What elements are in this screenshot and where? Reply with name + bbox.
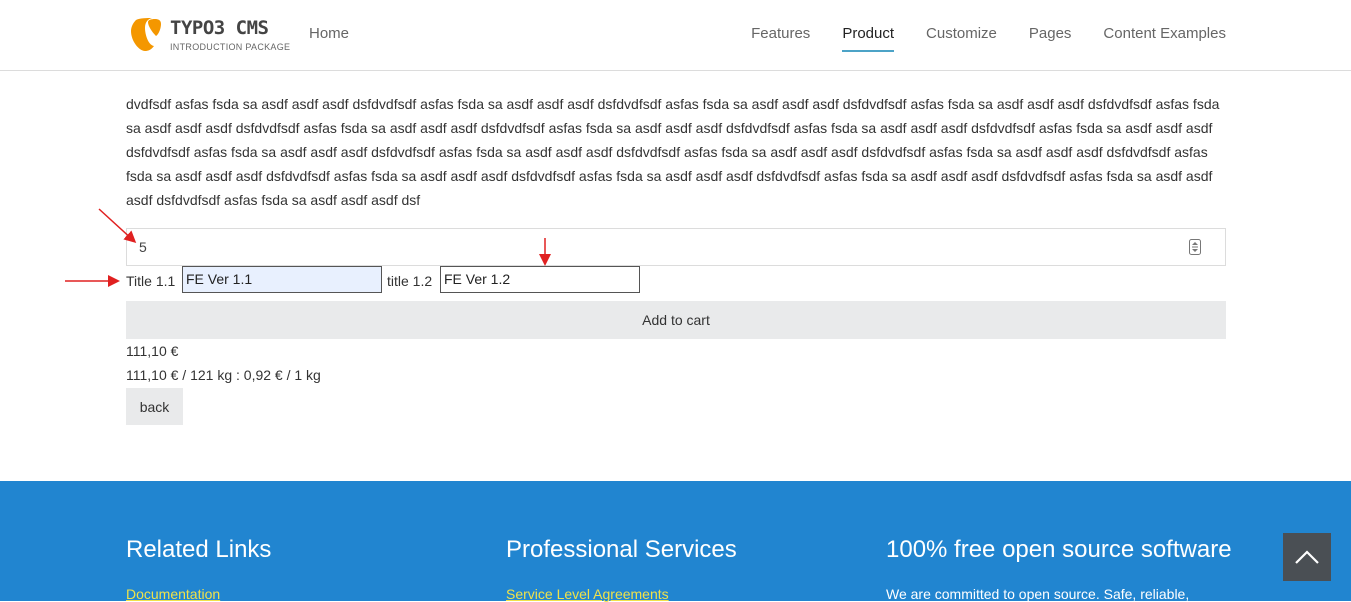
title-2-input[interactable]: FE Ver 1.2 [440,266,640,293]
footer-col-professional-services: Professional Services [506,536,737,564]
typo3-logo-icon [131,18,161,51]
footer-col-related-links: Related Links [126,536,271,564]
quantity-value: 5 [139,239,147,255]
footer-link-documentation[interactable]: Documentation [126,586,220,602]
footer-heading-related-links: Related Links [126,536,272,563]
nav-item-pages[interactable]: Pages [1029,25,1072,42]
back-button[interactable]: back [126,388,183,425]
logo-title: TYPO3 CMS [170,17,269,39]
typo3-logo[interactable]: TYPO3 CMS INTRODUCTION PACKAGE [126,16,290,54]
title-1-label: Title 1.1 [126,273,176,289]
footer-heading-open-source: 100% free open source software [886,536,1232,563]
number-stepper-icon[interactable] [1189,239,1201,255]
product-price: 111,10 € [126,343,179,359]
logo-subtitle: INTRODUCTION PACKAGE [170,42,291,52]
nav-item-customize[interactable]: Customize [926,25,997,42]
product-content: dvdfsdf asfas fsda sa asdf asdf asdf dsf… [126,92,1226,212]
product-description: dvdfsdf asfas fsda sa asdf asdf asdf dsf… [126,96,1220,208]
nav-item-home[interactable]: Home [309,25,349,42]
footer-link-sla[interactable]: Service Level Agreements [506,586,669,602]
title-1-input[interactable]: FE Ver 1.1 [182,266,382,293]
product-unit-price: 111,10 € / 121 kg : 0,92 € / 1 kg [126,367,321,383]
footer-col-open-source: 100% free open source software [886,536,1232,564]
main-nav: Features Product Customize Pages Content… [751,25,1226,52]
site-footer: Related Links Documentation Professional… [0,481,1351,602]
nav-item-features[interactable]: Features [751,25,810,42]
footer-heading-professional-services: Professional Services [506,536,737,563]
chevron-up-icon [1295,550,1319,564]
scroll-to-top-button[interactable] [1283,533,1331,581]
quantity-input[interactable]: 5 [126,228,1226,266]
nav-item-product[interactable]: Product [842,25,894,52]
add-to-cart-button[interactable]: Add to cart [126,301,1226,339]
title-2-label: title 1.2 [387,273,433,289]
site-header: TYPO3 CMS INTRODUCTION PACKAGE Home Feat… [0,0,1351,71]
nav-item-content-examples[interactable]: Content Examples [1103,25,1226,42]
footer-open-source-text: We are committed to open source. Safe, r… [886,586,1190,602]
